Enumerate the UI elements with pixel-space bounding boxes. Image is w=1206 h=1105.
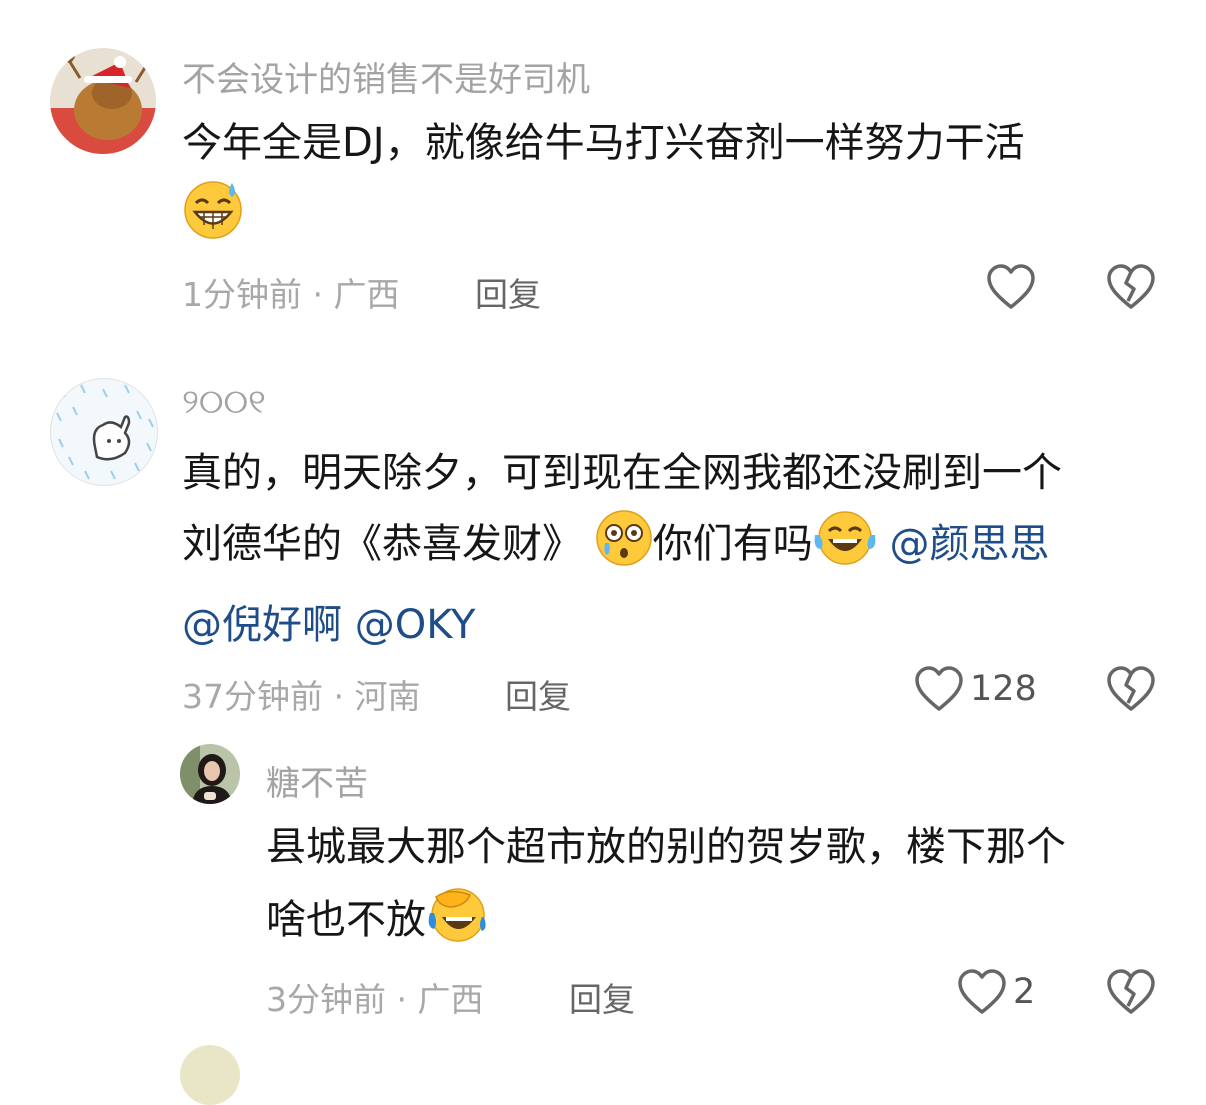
like-button[interactable]: 128 — [914, 665, 1037, 713]
comment-text-line: 啥也不放 — [266, 897, 426, 943]
separator: · — [396, 980, 408, 1019]
tears-of-joy-emoji — [813, 509, 877, 590]
comment-text: 今年全是DJ，就像给牛马打兴奋剂一样努力干活 — [182, 108, 1162, 264]
timestamp: 3分钟前 — [266, 980, 386, 1019]
dislike-button[interactable] — [1106, 665, 1156, 717]
reply-button[interactable]: 回复 — [475, 268, 541, 316]
reply-button[interactable]: 回复 — [505, 670, 571, 718]
username[interactable]: ୨୦୦୧ — [182, 382, 266, 422]
like-button[interactable] — [986, 263, 1036, 311]
timestamp: 37分钟前 — [182, 677, 323, 716]
heart-outline-icon — [915, 666, 963, 711]
reply-item: 糖不苦 县城最大那个超市放的别的贺岁歌，楼下那个 啥也不放 3分钟前 · 广西 … — [0, 720, 1206, 1105]
dislike-button[interactable] — [1106, 263, 1156, 315]
location: 河南 — [354, 677, 421, 716]
avatar[interactable] — [50, 48, 156, 154]
comment-text-line: 真的，明天除夕，可到现在全网我都还没刷到一个 — [182, 450, 1062, 496]
comment-meta: 3分钟前 · 广西 — [266, 973, 484, 1021]
broken-heart-icon — [1107, 264, 1155, 309]
dislike-button[interactable] — [1106, 968, 1156, 1020]
mention-link[interactable]: @颜思思 — [889, 521, 1049, 567]
location: 广西 — [417, 980, 484, 1019]
avatar[interactable] — [50, 378, 158, 486]
timestamp: 1分钟前 — [182, 275, 302, 314]
heart-outline-icon — [987, 264, 1035, 309]
avatar[interactable] — [180, 1045, 240, 1105]
like-count: 128 — [970, 669, 1037, 709]
avatar[interactable] — [180, 744, 240, 804]
comment-meta: 1分钟前 · 广西 — [182, 268, 400, 316]
comment-item: ୨୦୦୧ 真的，明天除夕，可到现在全网我都还没刷到一个 刘德华的《恭喜发财》 你… — [0, 340, 1206, 720]
reply-button[interactable]: 回复 — [569, 973, 635, 1021]
mention-link[interactable]: @OKY — [355, 602, 476, 648]
username[interactable]: 不会设计的销售不是好司机 — [182, 52, 590, 101]
like-button[interactable]: 2 — [957, 968, 1035, 1016]
separator: · — [333, 677, 345, 716]
broken-heart-icon — [1107, 666, 1155, 711]
broken-heart-icon — [1107, 969, 1155, 1014]
comment-text-line: 你们有吗 — [652, 521, 813, 567]
comment-text-line: 今年全是DJ，就像给牛马打兴奋剂一样努力干活 — [182, 120, 1025, 166]
comment-item: 不会设计的销售不是好司机 今年全是DJ，就像给牛马打兴奋剂一样努力干活 1分钟前… — [0, 0, 1206, 340]
comment-text: 真的，明天除夕，可到现在全网我都还没刷到一个 刘德华的《恭喜发财》 你们有吗 @… — [182, 438, 1172, 661]
flushed-emoji — [595, 509, 653, 590]
comment-meta: 37分钟前 · 河南 — [182, 670, 421, 718]
facepalm-laugh-emoji — [426, 883, 490, 966]
mention-link[interactable]: @倪好啊 — [182, 602, 342, 648]
comment-text-line: 县城最大那个超市放的别的贺岁歌，楼下那个 — [266, 824, 1066, 870]
like-count: 2 — [1013, 972, 1036, 1012]
comment-text-line: 刘德华的《恭喜发财》 — [182, 521, 582, 567]
comment-text: 县城最大那个超市放的别的贺岁歌，楼下那个 啥也不放 — [266, 812, 1166, 966]
heart-outline-icon — [958, 969, 1006, 1014]
username[interactable]: 糖不苦 — [266, 756, 368, 805]
location: 广西 — [333, 275, 400, 314]
separator: · — [312, 275, 324, 314]
grinning-sweat-emoji — [182, 179, 244, 264]
